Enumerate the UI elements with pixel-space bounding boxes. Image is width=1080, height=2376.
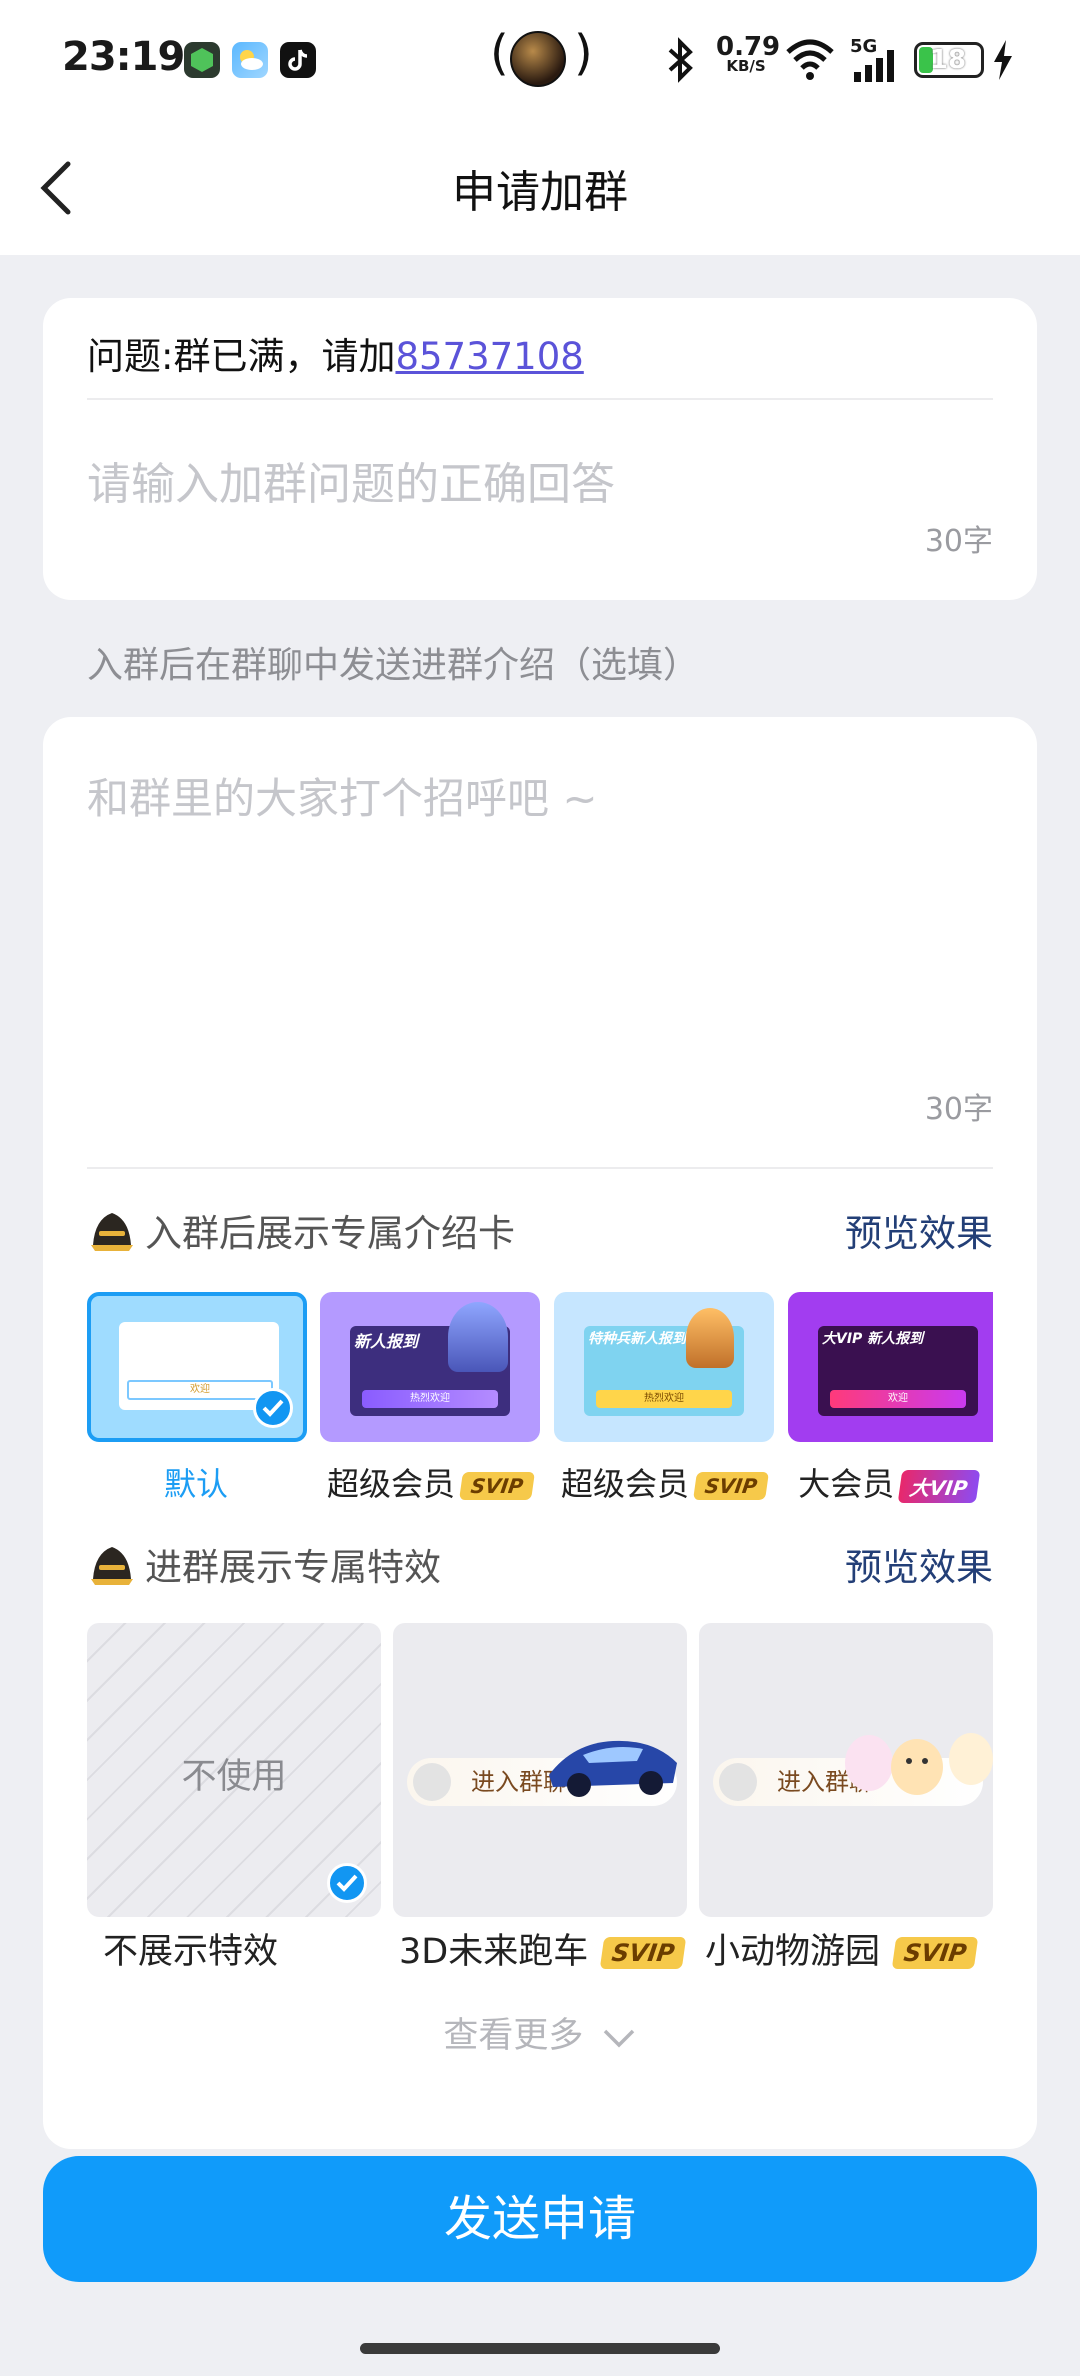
intro-card-label: 大会员 大VIP — [773, 1459, 1003, 1505]
effect-none[interactable]: 不使用 — [87, 1623, 381, 1917]
signal-icon — [854, 50, 894, 82]
send-request-button[interactable]: 发送申请 — [43, 2156, 1037, 2282]
effect-label: 不展示特效 — [103, 1932, 279, 1972]
svip-badge: SVIP — [891, 1937, 979, 1969]
tiktok-app-icon — [280, 42, 316, 78]
chevron-down-icon — [603, 2029, 634, 2048]
status-time: 23:19 — [62, 34, 185, 80]
avatar — [413, 1763, 451, 1801]
effect-section-title: 进群展示专属特效 — [87, 1537, 441, 1591]
bluetooth-icon — [668, 37, 693, 83]
intro-card: 和群里的大家打个招呼吧 ~ 30字 入群后展示专属介绍卡 预览效果 欢迎 默认 … — [43, 717, 1037, 2149]
bigvip-badge: 大VIP — [897, 1469, 981, 1503]
battery-icon: 18 — [914, 42, 984, 78]
selected-check-icon — [253, 1388, 293, 1428]
page-title: 申请加群 — [452, 167, 628, 218]
top-bar: 23:19 ( ) 0.79 KB/S 5G 18 申请加群 — [0, 0, 1080, 255]
intro-card-label: 超级会员 SVIP — [549, 1459, 779, 1505]
answer-char-counter: 30字 — [924, 524, 993, 559]
intro-card-label: 默认 — [163, 1465, 228, 1503]
home-indicator[interactable] — [360, 2343, 720, 2354]
intro-card-label: 超级会员 SVIP — [315, 1459, 545, 1505]
network-speed: 0.79 KB/S — [716, 32, 781, 75]
effect-3d-car[interactable]: 进入群聊 — [393, 1623, 687, 1917]
answer-input[interactable]: 请输入加群问题的正确回答 — [87, 448, 615, 512]
effect-label: 小动物游园 SVIP — [705, 1923, 979, 1974]
intro-card-svip-2[interactable]: 特种兵新人报到 热烈欢迎 — [554, 1292, 774, 1442]
svip-badge: SVIP — [459, 1472, 535, 1500]
app-cube-icon — [184, 42, 220, 78]
weather-app-icon — [232, 42, 268, 78]
svip-badge: SVIP — [599, 1937, 687, 1969]
charging-icon — [994, 40, 1012, 80]
effect-none-text: 不使用 — [181, 1757, 287, 1797]
intro-char-counter: 30字 — [924, 1092, 993, 1127]
crown-icon — [91, 1213, 133, 1251]
group-question: 问题:群已满，请加85737108 — [87, 335, 584, 378]
live-activity-icon[interactable]: ( ) — [490, 25, 593, 93]
divider — [87, 1167, 993, 1169]
wifi-icon — [786, 39, 834, 80]
selected-check-icon — [327, 1863, 367, 1903]
svip-badge: SVIP — [693, 1472, 769, 1500]
effect-preview-link[interactable]: 预览效果 — [845, 1537, 993, 1591]
status-bar: 23:19 ( ) 0.79 KB/S 5G 18 — [0, 0, 1080, 120]
avatar — [719, 1763, 757, 1801]
intro-message-input[interactable]: 和群里的大家打个招呼吧 ~ — [87, 765, 598, 826]
divider — [87, 398, 993, 400]
intro-hint-label: 入群后在群聊中发送进群介绍（选填） — [87, 645, 700, 686]
effect-animal-park[interactable]: 进入群聊 — [699, 1623, 993, 1917]
question-card: 问题:群已满，请加85737108 请输入加群问题的正确回答 30字 — [43, 298, 1037, 600]
sports-car-icon — [549, 1740, 677, 1797]
see-more-button[interactable]: 查看更多 — [43, 2007, 1037, 2058]
intro-card-bigvip[interactable]: 大VIP 新人报到 欢迎 — [788, 1292, 993, 1442]
intro-card-section-title: 入群后展示专属介绍卡 — [87, 1203, 515, 1257]
intro-card-default[interactable]: 欢迎 — [87, 1292, 307, 1442]
intro-card-preview-link[interactable]: 预览效果 — [845, 1203, 993, 1257]
intro-card-svip-1[interactable]: 新人报到 热烈欢迎 — [320, 1292, 540, 1442]
effect-label: 3D未来跑车 SVIP — [399, 1923, 687, 1974]
animals-icon — [845, 1733, 993, 1795]
group-number-link[interactable]: 85737108 — [395, 335, 583, 378]
crown-icon — [91, 1547, 133, 1585]
